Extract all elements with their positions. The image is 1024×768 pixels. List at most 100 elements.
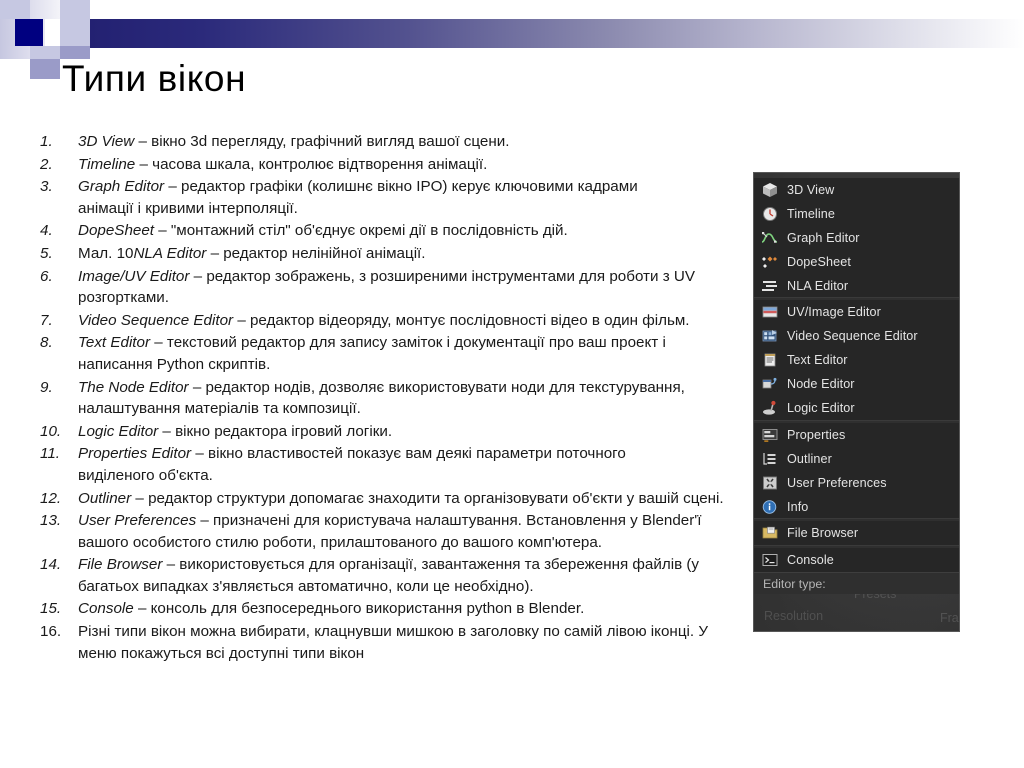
image-icon (761, 304, 780, 320)
menu-item-label: Properties (787, 427, 846, 442)
desc: – редактор нелінійної анімації. (206, 244, 426, 262)
menu-item-dopesheet[interactable]: DopeSheet (754, 249, 959, 274)
list-item-text: Video Sequence Editor – редактор відеоря… (78, 310, 696, 332)
menu-item-file-browser[interactable]: File Browser (754, 521, 959, 546)
nla-strips-icon (761, 278, 780, 294)
keyframes-icon (761, 254, 780, 270)
list-item-text: User Preferences – призначені для корист… (78, 510, 736, 553)
menu-item-console[interactable]: Console (754, 548, 959, 573)
editor-type-footer[interactable]: Editor type: (754, 572, 959, 595)
info-icon (761, 499, 780, 515)
list-item-text: Timeline – часова шкала, контролює відтв… (78, 154, 696, 176)
list-item: 4. DopeSheet – "монтажний стіл" об'єднує… (36, 220, 696, 242)
menu-item-timeline[interactable]: Timeline (754, 201, 959, 226)
menu-item-label: File Browser (787, 526, 859, 541)
menu-item-text-editor[interactable]: Text Editor (754, 348, 959, 373)
list-item-number: 3. (40, 178, 53, 196)
list-item-number: 13. (40, 512, 62, 530)
term: Properties Editor (78, 445, 192, 463)
menu-item-label: User Preferences (787, 475, 887, 490)
list-item: 7. Video Sequence Editor – редактор віде… (36, 310, 696, 332)
deco-square-navy (15, 19, 43, 46)
list-item: 13. User Preferences – призначені для ко… (36, 510, 736, 553)
text-document-icon (761, 352, 780, 368)
menu-item-node-editor[interactable]: Node Editor (754, 372, 959, 397)
menu-item-nla-editor[interactable]: NLA Editor (754, 273, 959, 298)
sequencer-icon (761, 328, 780, 344)
list-item-number: 8. (40, 334, 53, 352)
blender-editor-type-menu[interactable]: RenderLayers Image Full Screen Presets R… (753, 172, 960, 632)
term: Logic Editor (78, 422, 159, 440)
menu-item-label: UV/Image Editor (787, 305, 881, 320)
list-item: 10. Logic Editor – вікно редактора ігров… (36, 421, 696, 443)
menu-item-video-sequence-editor[interactable]: Video Sequence Editor (754, 324, 959, 349)
deco-square (45, 19, 60, 46)
term: Graph Editor (78, 178, 165, 196)
list-item: 11. Properties Editor – вікно властивост… (36, 443, 696, 486)
desc: – консоль для безпосереднього використан… (133, 600, 585, 618)
list-item-text: Console – консоль для безпосереднього ви… (78, 598, 736, 620)
list-item: 9. The Node Editor – редактор нодів, доз… (36, 377, 696, 420)
list-item-number: 14. (40, 556, 62, 574)
term: File Browser (78, 556, 163, 574)
menu-item-label: Info (787, 499, 809, 514)
list-item: 15. Console – консоль для безпосередньог… (36, 598, 736, 620)
term: Image/UV Editor (78, 267, 190, 285)
menu-item-info[interactable]: Info (754, 494, 959, 519)
list-item-number: 16. (40, 623, 62, 641)
list-item-text: Різні типи вікон можна вибирати, клацнув… (78, 621, 736, 664)
term: User Preferences (78, 512, 197, 530)
menu-item-properties[interactable]: Properties (754, 422, 959, 447)
list-item: 3. Graph Editor – редактор графіки (коли… (36, 176, 696, 219)
menu-item-3d-view[interactable]: 3D View (754, 178, 959, 202)
list-item-number: 4. (40, 222, 53, 240)
list-item-number: 6. (40, 267, 53, 285)
deco-square (30, 46, 60, 59)
menu-item-label: 3D View (787, 182, 835, 197)
list-item-text: Text Editor – текстовий редактор для зап… (78, 332, 696, 375)
list-item-number: 9. (40, 378, 53, 396)
outliner-icon (761, 451, 780, 467)
term: Video Sequence Editor (78, 311, 234, 329)
menu-item-outliner[interactable]: Outliner (754, 446, 959, 471)
menu-item-label: NLA Editor (787, 278, 849, 293)
list-item: 1. 3D View – вікно 3d перегляду, графічн… (36, 131, 696, 153)
menu-item-user-preferences[interactable]: User Preferences (754, 470, 959, 495)
desc: – "монтажний стіл" об'єднує окремі дії в… (154, 222, 568, 240)
menu-item-label: Console (787, 553, 834, 568)
menu-item-logic-editor[interactable]: Logic Editor (754, 396, 959, 420)
desc: – використовується для організації, зава… (78, 556, 700, 595)
menu-item-label: Text Editor (787, 353, 848, 368)
editor-type-options[interactable]: 3D View Timeline Graph Editor DopeSheet (754, 173, 959, 595)
list-item-text: Image/UV Editor – редактор зображень, з … (78, 266, 696, 309)
term: The Node Editor (78, 378, 189, 396)
menu-item-label: Logic Editor (787, 400, 855, 415)
desc: – редактор відеоряду, монтує послідовнос… (233, 311, 690, 329)
folder-icon (761, 525, 780, 541)
list-item: 2. Timeline – часова шкала, контролює ві… (36, 154, 696, 176)
list-item-text: DopeSheet – "монтажний стіл" об'єднує ок… (78, 220, 696, 242)
list-item: 5. Мал. 10NLA Editor – редактор нелінійн… (36, 243, 696, 265)
clock-icon (761, 206, 780, 222)
menu-item-graph-editor[interactable]: Graph Editor (754, 225, 959, 250)
list-item-text: 3D View – вікно 3d перегляду, графічний … (78, 131, 696, 153)
list-item-text: Logic Editor – вікно редактора ігровий л… (78, 421, 696, 443)
desc: – вікно 3d перегляду, графічний вигляд в… (134, 133, 510, 150)
list-item-number: 15. (40, 600, 62, 618)
list-item: 14. File Browser – використовується для … (36, 554, 736, 597)
list-item-number: 7. (40, 311, 53, 329)
term: Timeline (78, 155, 136, 173)
list-item-text: Outliner – редактор структури допомагає … (78, 488, 736, 510)
fcurve-icon (761, 230, 780, 246)
list-item-number: 1. (40, 133, 53, 150)
deco-square (0, 46, 30, 59)
list-item-text: File Browser – використовується для орга… (78, 554, 736, 597)
menu-item-uv-image-editor[interactable]: UV/Image Editor (754, 300, 959, 325)
list-item: 6. Image/UV Editor – редактор зображень,… (36, 266, 696, 309)
header-gradient-bar (90, 19, 1024, 48)
list-item-text: Properties Editor – вікно властивостей п… (78, 443, 696, 486)
menu-item-label: Node Editor (787, 377, 855, 392)
list-item-number: 5. (40, 244, 53, 262)
list-item: 12. Outliner – редактор структури допома… (36, 488, 736, 510)
joystick-icon (761, 400, 780, 416)
